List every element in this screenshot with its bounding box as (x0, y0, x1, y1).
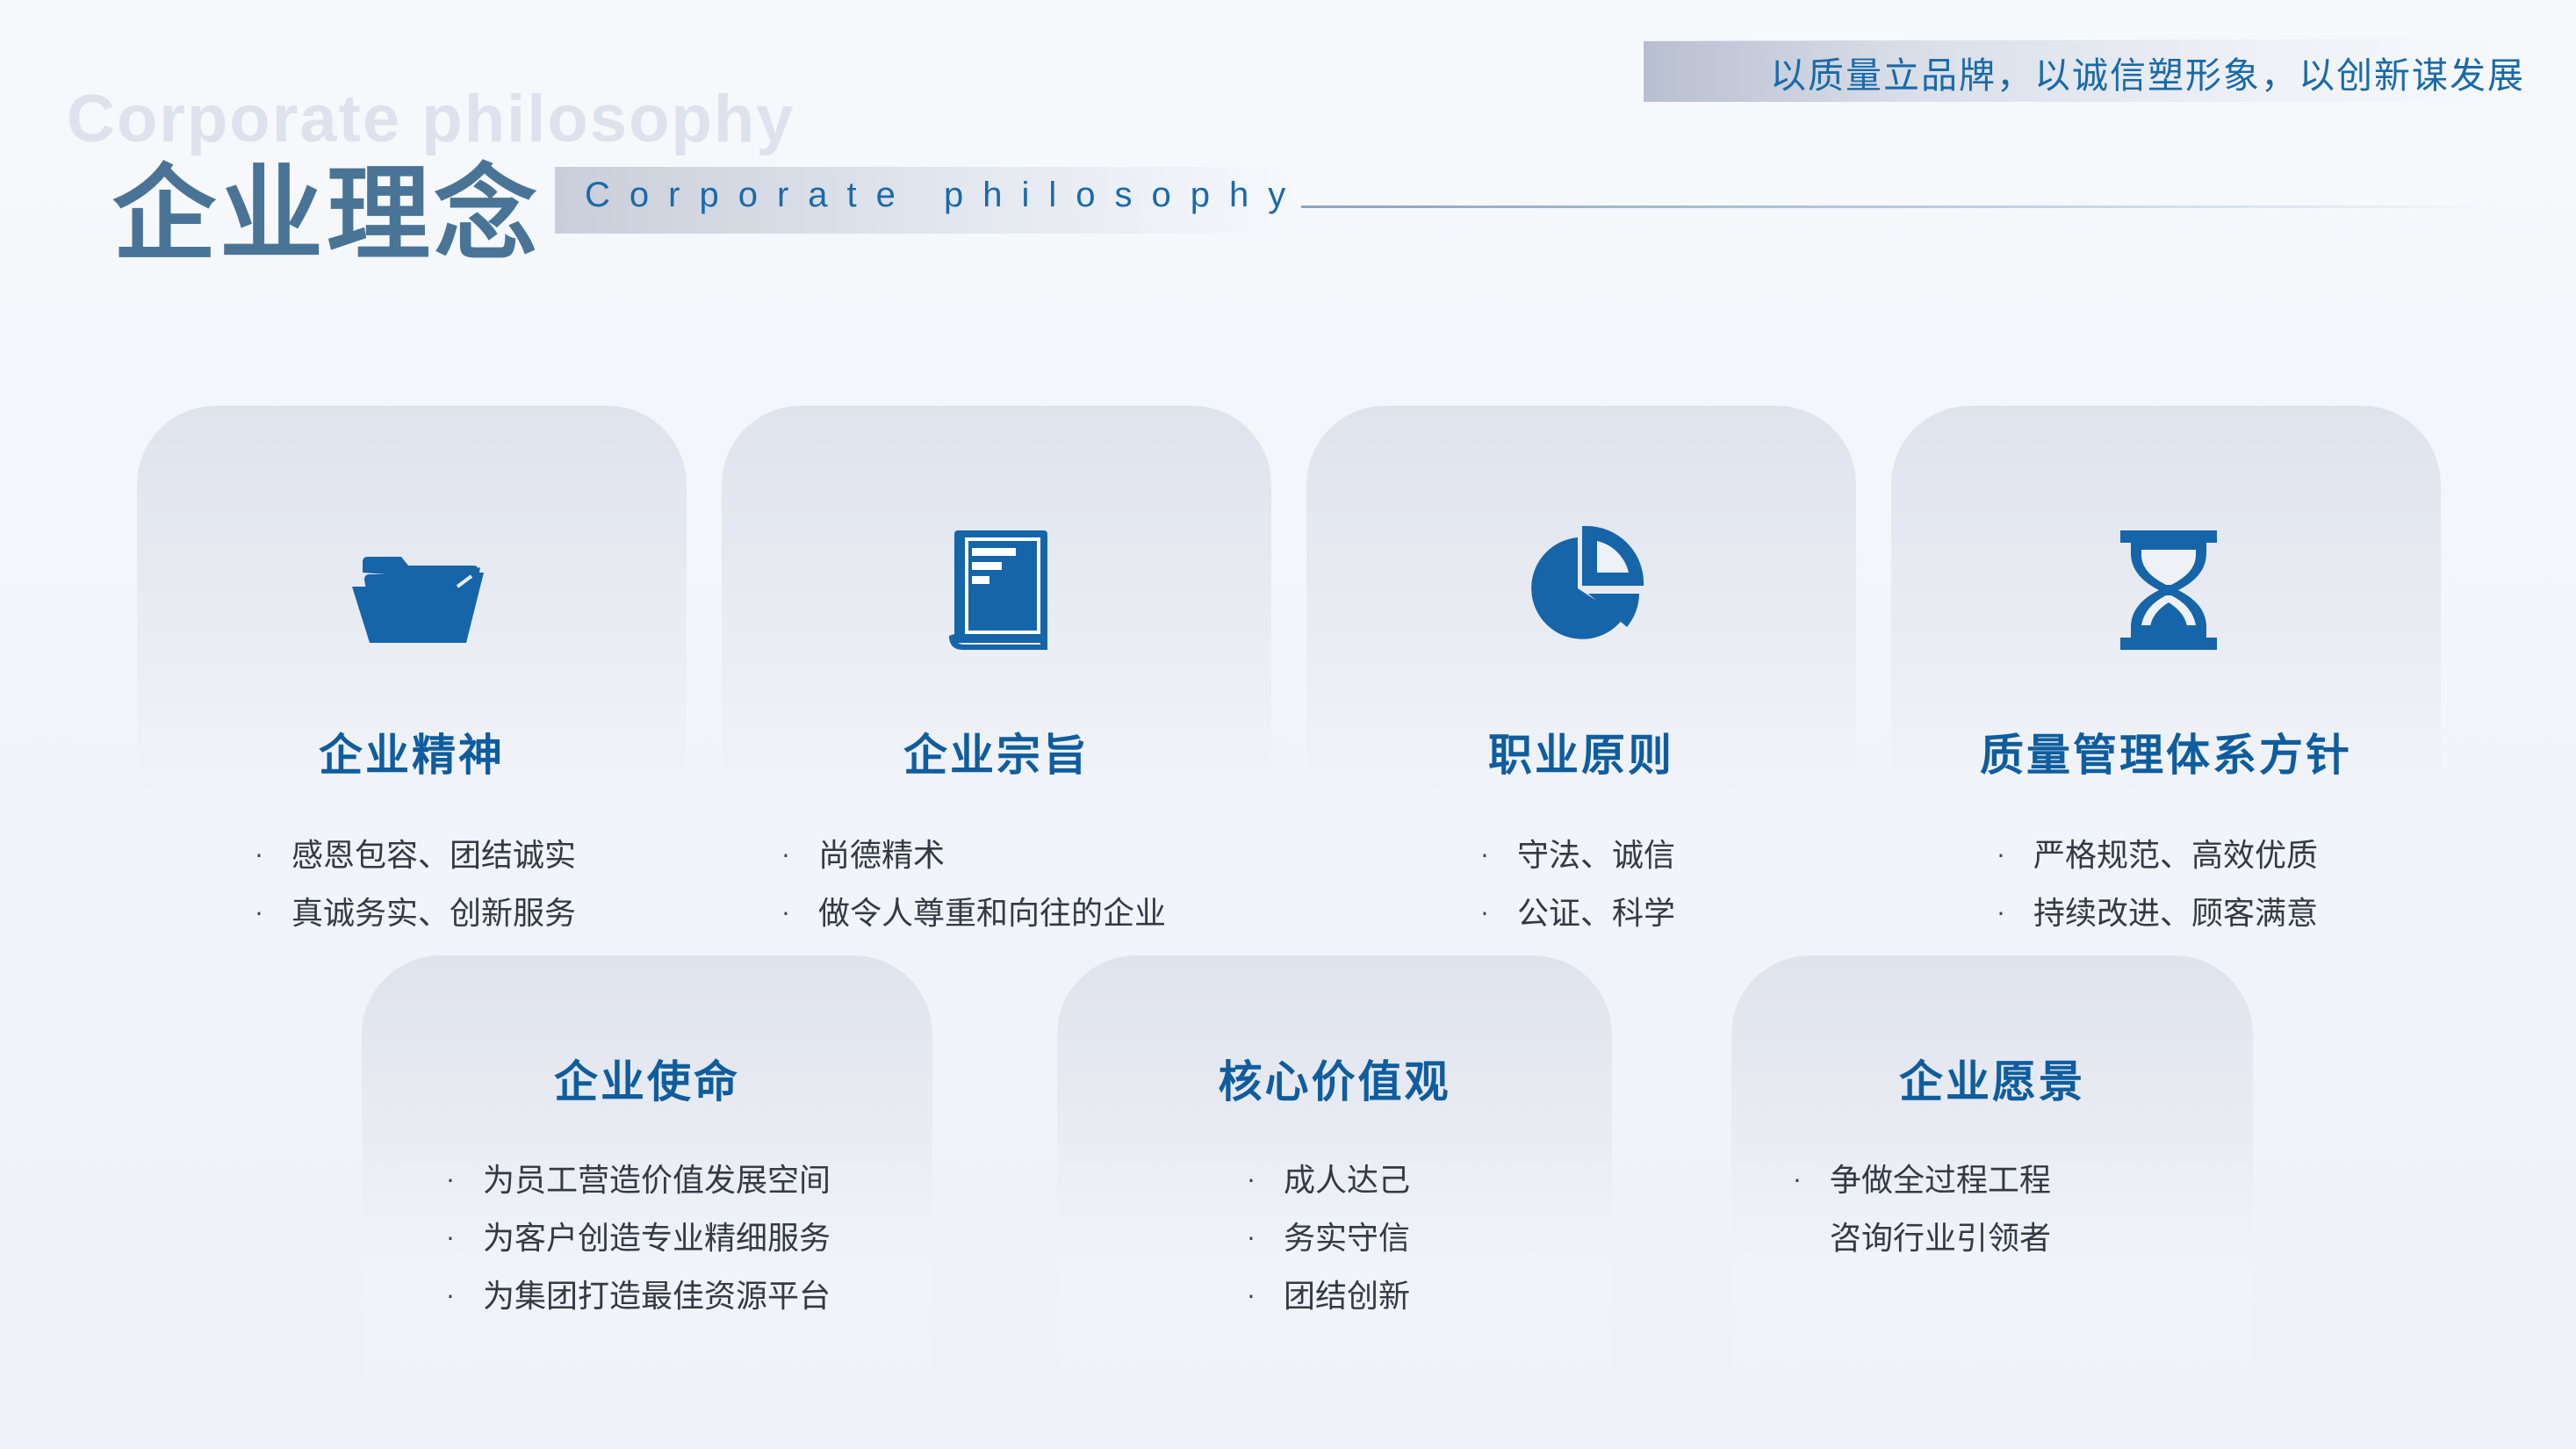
card-core-values: 核心价值观 · 成人达己 · 务实守信 · 团结创新 (1057, 955, 1612, 1412)
card-professional-principles: 职业原则 · 守法、诚信 · 公证、科学 (1306, 406, 1856, 968)
list-item: · 感恩包容、团结诚实 (246, 827, 576, 885)
bullet-icon: · (1480, 899, 1489, 928)
card-title: 企业精神 (319, 730, 505, 781)
list-item: · 守法、诚信 (1471, 827, 1675, 885)
bullet-icon: · (1247, 1166, 1256, 1195)
folder-icon (333, 511, 491, 669)
bullet-icon: · (446, 1166, 455, 1195)
card-bullet-list: · 严格规范、高效优质 · 持续改进、顾客满意 (1988, 827, 2318, 943)
list-item: · 为员工营造价值发展空间 (437, 1152, 831, 1210)
list-item: · 为集团打造最佳资源平台 (437, 1268, 831, 1326)
card-bullet-list: · 争做全过程工程 咨询行业引领者 (1784, 1152, 2051, 1268)
slogan-text: 以质量立品牌，以诚信塑形象，以创新谋发展 (1770, 54, 2525, 97)
bullet-icon: · (255, 841, 263, 870)
list-item: · 做令人尊重和向往的企业 (773, 885, 1166, 943)
pie-chart-icon (1502, 511, 1660, 669)
list-item: · 真诚务实、创新服务 (246, 885, 576, 943)
list-item: · 争做全过程工程 (1784, 1152, 2051, 1210)
card-enterprise-vision: 企业愿景 · 争做全过程工程 咨询行业引领者 (1731, 955, 2253, 1412)
book-icon (917, 511, 1076, 669)
bullet-icon: · (781, 841, 790, 870)
list-item: · 严格规范、高效优质 (1988, 827, 2318, 885)
card-title: 职业原则 (1488, 730, 1674, 781)
bullet-icon: · (1793, 1166, 1802, 1195)
bullet-icon: · (446, 1224, 455, 1253)
card-quality-policy: 质量管理体系方针 · 严格规范、高效优质 · 持续改进、顾客满意 (1891, 406, 2441, 968)
bullet-icon: · (781, 899, 790, 928)
hourglass-icon (2087, 511, 2245, 669)
list-item: · 尚德精术 (773, 827, 1166, 885)
bullet-icon: · (1480, 841, 1489, 870)
card-title: 企业愿景 (1899, 1056, 2085, 1107)
card-title: 核心价值观 (1218, 1056, 1451, 1107)
page-subtitle: Corporate philosophy (585, 176, 1306, 214)
bullet-icon: · (1247, 1224, 1256, 1253)
list-item: · 持续改进、顾客满意 (1988, 885, 2318, 943)
card-title: 质量管理体系方针 (1980, 730, 2352, 781)
list-item: · 成人达己 (1238, 1152, 1410, 1210)
card-enterprise-spirit: 企业精神 · 感恩包容、团结诚实 · 真诚务实、创新服务 (137, 406, 687, 968)
card-bullet-list: · 守法、诚信 · 公证、科学 (1471, 827, 1675, 943)
list-item: · 公证、科学 (1471, 885, 1675, 943)
bullet-icon: · (1997, 899, 2005, 928)
card-title: 企业使命 (554, 1056, 740, 1107)
bullet-icon: · (1247, 1282, 1256, 1311)
bullet-icon: · (1997, 841, 2005, 870)
header-divider (1301, 205, 2495, 208)
card-bullet-list: · 感恩包容、团结诚实 · 真诚务实、创新服务 (246, 827, 576, 943)
bullet-icon: · (255, 899, 263, 928)
card-enterprise-mission: 企业使命 · 为员工营造价值发展空间 · 为客户创造专业精细服务 · 为集团打造最佳资… (362, 955, 932, 1412)
card-bullet-list: · 尚德精术 · 做令人尊重和向往的企业 (773, 827, 1166, 943)
card-bullet-list: · 为员工营造价值发展空间 · 为客户创造专业精细服务 · 为集团打造最佳资源平台 (437, 1152, 831, 1326)
list-item: · 为客户创造专业精细服务 (437, 1210, 831, 1268)
list-item: · 务实守信 (1238, 1210, 1410, 1268)
card-enterprise-purpose: 企业宗旨 · 尚德精术 · 做令人尊重和向往的企业 (722, 406, 1271, 968)
card-bullet-list: · 成人达己 · 务实守信 · 团结创新 (1238, 1152, 1410, 1326)
card-title: 企业宗旨 (903, 730, 1090, 781)
page-title: 企业理念 (112, 154, 542, 275)
bullet-icon: · (446, 1282, 455, 1311)
list-item: · 团结创新 (1238, 1268, 1410, 1326)
list-item: 咨询行业引领者 (1830, 1221, 2052, 1257)
